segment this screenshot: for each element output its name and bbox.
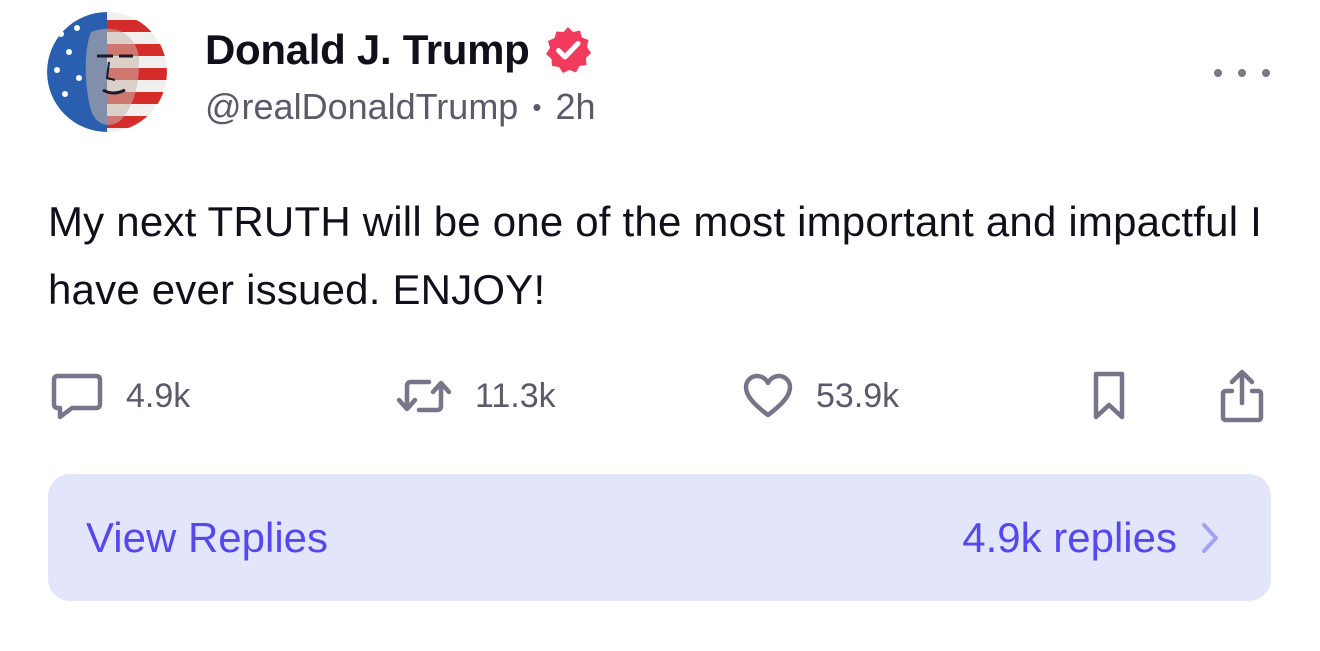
- retruth-button[interactable]: 11.3k: [395, 366, 556, 426]
- more-options-button[interactable]: [1214, 58, 1270, 88]
- author-display-name[interactable]: Donald J. Trump: [205, 26, 530, 74]
- more-dot-icon: [1262, 69, 1270, 77]
- reply-button[interactable]: 4.9k: [50, 366, 190, 426]
- like-count: 53.9k: [816, 376, 900, 415]
- post-body: My next TRUTH will be one of the most im…: [48, 198, 1262, 313]
- replies-count: 4.9k replies: [962, 513, 1177, 561]
- author-avatar[interactable]: [47, 12, 167, 132]
- retruth-count: 11.3k: [475, 376, 556, 415]
- reply-count: 4.9k: [126, 376, 191, 415]
- meta-separator: •: [532, 91, 542, 122]
- replies-count-wrap: 4.9k replies: [962, 474, 1221, 601]
- share-button[interactable]: [1218, 366, 1266, 426]
- view-replies-label: View Replies: [86, 514, 329, 561]
- verified-badge-icon: [542, 24, 594, 76]
- author-meta: @realDonaldTrump • 2h: [205, 86, 596, 128]
- avatar-flag-portrait-icon: [47, 12, 167, 132]
- comment-icon: [51, 373, 103, 420]
- heart-icon: [743, 373, 793, 418]
- author-handle[interactable]: @realDonaldTrump: [205, 86, 518, 128]
- author-name-row: Donald J. Trump: [205, 24, 594, 76]
- more-dot-icon: [1214, 69, 1222, 77]
- bookmark-button[interactable]: [1088, 366, 1130, 426]
- chevron-right-icon: [1202, 522, 1218, 553]
- like-button[interactable]: 53.9k: [742, 366, 899, 426]
- view-replies-bar[interactable]: View Replies 4.9k replies: [48, 474, 1271, 601]
- post-timestamp[interactable]: 2h: [555, 86, 595, 128]
- post-card: Donald J. Trump @realDonaldTrump • 2h My…: [0, 0, 1320, 651]
- retruth-icon: [396, 379, 452, 413]
- bookmark-icon: [1093, 371, 1125, 420]
- more-dot-icon: [1238, 69, 1246, 77]
- share-icon: [1220, 369, 1264, 423]
